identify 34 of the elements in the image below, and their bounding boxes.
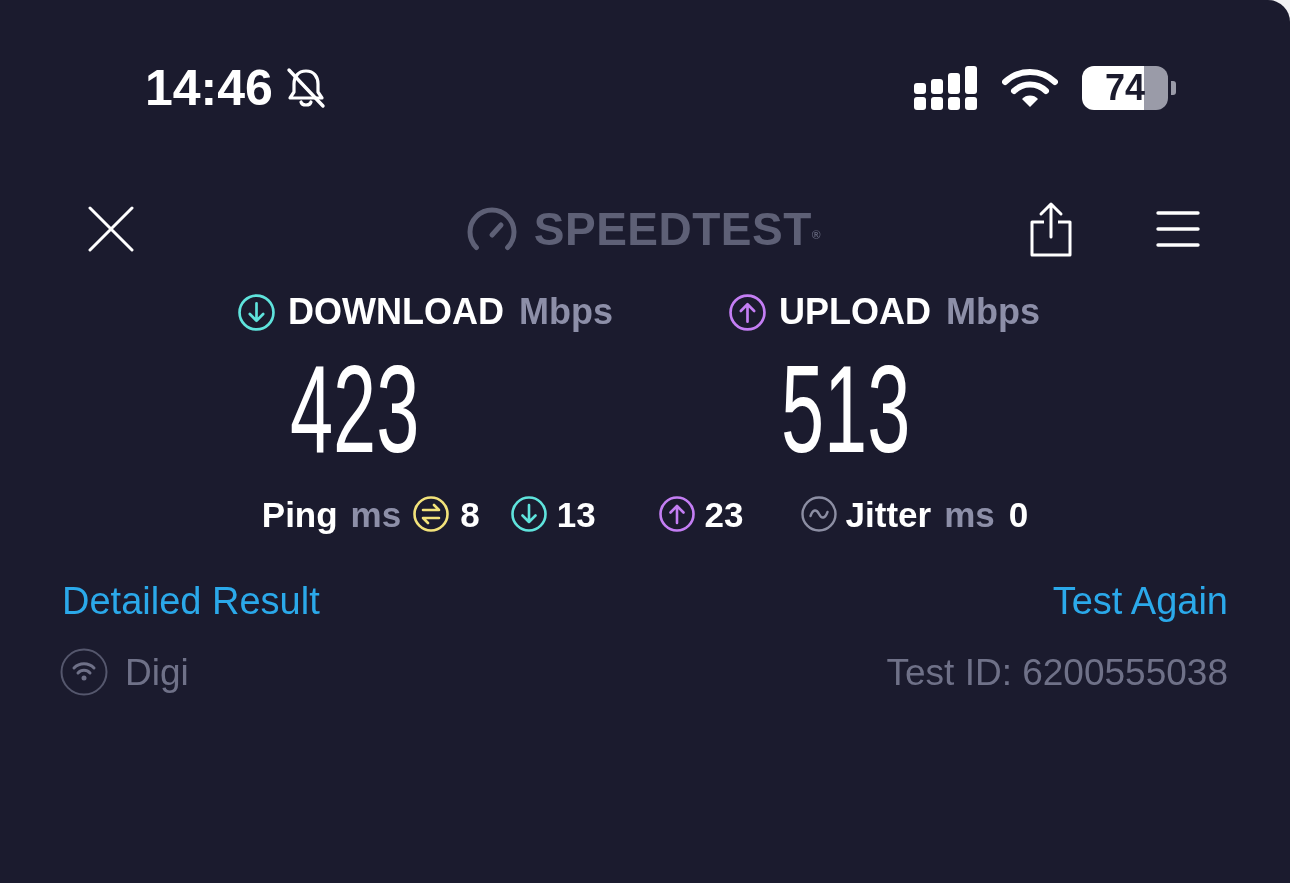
detailed-result-link[interactable]: Detailed Result xyxy=(62,582,320,620)
unit-label: ms xyxy=(944,496,995,532)
test-again-link[interactable]: Test Again xyxy=(1052,582,1228,620)
menu-button[interactable] xyxy=(1156,211,1200,247)
menu-icon xyxy=(1156,211,1200,247)
unit-label: ms xyxy=(350,496,402,532)
close-icon xyxy=(88,206,134,252)
result-label: UPLOAD xyxy=(779,294,931,330)
ping-value: 13 xyxy=(556,496,596,532)
jitter-label: Jitter xyxy=(845,496,932,532)
result-value: 513 xyxy=(781,346,911,471)
circled-tilde-icon xyxy=(800,496,837,532)
share-icon xyxy=(1030,201,1072,257)
result-value: 423 xyxy=(290,346,420,471)
unit-label: Mbps xyxy=(946,294,1040,330)
wifi-icon xyxy=(1002,68,1058,108)
close-button[interactable] xyxy=(88,206,134,252)
ping-value: 23 xyxy=(704,496,744,532)
cellular-signal-icon xyxy=(914,66,978,110)
test-id-text: Test ID: 6200555038 xyxy=(886,653,1228,691)
bell-slash-icon xyxy=(284,67,327,109)
share-button[interactable] xyxy=(1030,201,1072,257)
ping-value: 8 xyxy=(460,496,480,532)
unit-label: Mbps xyxy=(518,294,613,330)
ping-label: Ping xyxy=(261,496,338,532)
circled-wifi-icon xyxy=(60,648,108,696)
status-time: 14:46 xyxy=(145,63,273,113)
network-name: Digi xyxy=(125,653,189,691)
logo-text: SPEEDTEST$^{®}$ xyxy=(533,206,822,252)
result-label: DOWNLOAD xyxy=(288,294,504,330)
battery-indicator: 74 xyxy=(1082,66,1176,110)
circled-swap-arrows-icon xyxy=(413,496,450,532)
jitter-value: 0 xyxy=(1008,496,1029,532)
gauge-icon xyxy=(466,207,517,251)
